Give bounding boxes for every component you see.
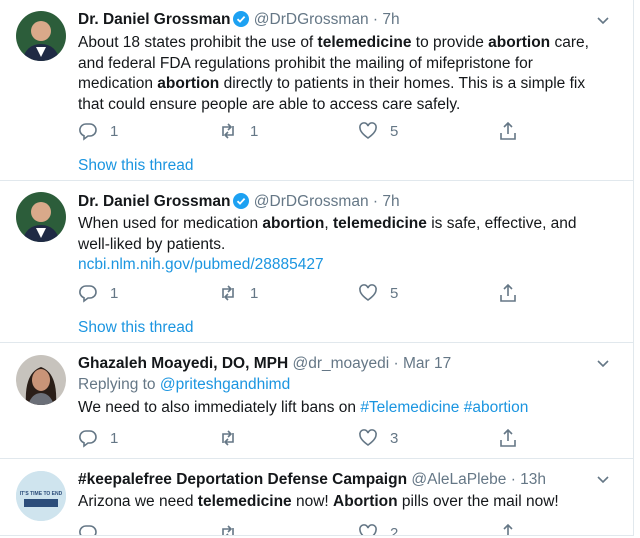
tweet-time[interactable]: · 7h (373, 193, 400, 210)
author-handle[interactable]: @dr_moayedi (292, 355, 389, 372)
replying-to: Replying to @priteshgandhimd (78, 375, 608, 396)
reply-button[interactable]: 1 (78, 282, 118, 304)
author-name[interactable]: Ghazaleh Moayedi, DO, MPH (78, 355, 288, 372)
tweet[interactable]: Dr. Daniel Grossman @DrDGrossman · 7h Wh… (0, 181, 633, 343)
reply-icon (79, 123, 97, 141)
share-icon (500, 283, 516, 302)
retweet-icon (222, 123, 234, 139)
retweet-icon (222, 430, 234, 446)
retweet-button[interactable]: 1 (218, 120, 258, 142)
author-name[interactable]: #keepalefree Deportation Defense Campaig… (78, 471, 407, 488)
like-count: 5 (390, 284, 399, 302)
tweet[interactable]: Dr. Daniel Grossman @DrDGrossman · 7h Ab… (0, 0, 633, 181)
like-icon (359, 122, 377, 139)
avatar[interactable]: IT'S TIME TO END (16, 471, 66, 521)
tweet-text: Arizona we need telemedicine now! Aborti… (78, 493, 559, 510)
reply-count: 1 (110, 429, 119, 447)
reply-button[interactable] (78, 522, 110, 535)
replying-handle-link[interactable]: @priteshgandhimd (160, 376, 290, 393)
like-icon (359, 524, 377, 535)
tweet-text: About 18 states prohibit the use of tele… (78, 34, 589, 113)
tweet[interactable]: IT'S TIME TO END #keepalefree Deportatio… (0, 459, 633, 536)
tweet-time[interactable]: · 13h (511, 471, 546, 488)
reply-icon (79, 285, 97, 303)
tweet-header: #keepalefree Deportation Defense Campaig… (78, 470, 546, 490)
reply-count: 1 (110, 284, 119, 302)
tweet-text: When used for medication abortion, telem… (78, 215, 577, 273)
reply-icon (79, 430, 97, 448)
reply-button[interactable]: 1 (78, 120, 118, 142)
replying-label: Replying to (78, 376, 156, 393)
like-count: 5 (390, 122, 399, 140)
retweet-count: 1 (250, 284, 259, 302)
like-button[interactable]: 2 (358, 522, 399, 536)
tweet-time[interactable]: · 7h (373, 11, 400, 28)
avatar-text: IT'S TIME TO END (20, 491, 63, 497)
like-button[interactable]: 3 (358, 427, 398, 449)
author-handle[interactable]: @DrDGrossman (254, 193, 369, 210)
reply-button[interactable]: 1 (78, 427, 118, 449)
tweet-actions: 1 1 5 (78, 120, 528, 142)
retweet-button[interactable] (218, 427, 250, 449)
avatar[interactable] (16, 192, 66, 242)
show-thread-link[interactable]: Show this thread (78, 157, 193, 175)
author-handle[interactable]: @AleLaPlebe (411, 471, 506, 488)
like-icon (359, 284, 377, 301)
like-button[interactable]: 5 (358, 120, 398, 142)
verified-icon (233, 193, 250, 209)
tweet[interactable]: Ghazaleh Moayedi, DO, MPH @dr_moayedi · … (0, 343, 633, 459)
retweet-button[interactable] (218, 522, 250, 535)
chevron-down-icon[interactable] (595, 471, 611, 487)
tweet-header: Dr. Daniel Grossman @DrDGrossman · 7h (78, 10, 400, 30)
author-handle[interactable]: @DrDGrossman (254, 11, 369, 28)
share-button[interactable] (498, 522, 530, 535)
share-button[interactable] (498, 282, 530, 304)
author-name[interactable]: Dr. Daniel Grossman (78, 11, 230, 28)
reply-count: 1 (110, 122, 119, 140)
avatar[interactable] (16, 11, 66, 61)
tweet-actions: 2 (78, 522, 530, 536)
like-icon (359, 429, 377, 446)
retweet-button[interactable]: 1 (218, 282, 258, 304)
share-button[interactable] (498, 427, 530, 449)
share-icon (500, 121, 516, 140)
share-button[interactable] (498, 120, 530, 142)
reply-icon (79, 525, 97, 535)
like-count: 3 (390, 429, 399, 447)
chevron-down-icon[interactable] (595, 355, 611, 371)
tweet-text: We need to also immediately lift bans on… (78, 399, 529, 416)
like-button[interactable]: 5 (358, 282, 398, 304)
tweet-time[interactable]: · Mar 17 (394, 355, 452, 372)
retweet-icon (222, 525, 234, 535)
tweet-actions: 1 1 5 (78, 282, 528, 304)
verified-icon (233, 11, 250, 27)
share-icon (500, 523, 516, 535)
author-name[interactable]: Dr. Daniel Grossman (78, 193, 230, 210)
share-icon (500, 428, 516, 447)
like-count: 2 (390, 524, 399, 536)
tweet-actions: 1 3 (78, 427, 528, 449)
avatar[interactable] (16, 355, 66, 405)
tweet-header: Ghazaleh Moayedi, DO, MPH @dr_moayedi · … (78, 354, 451, 374)
tweet-header: Dr. Daniel Grossman @DrDGrossman · 7h (78, 192, 400, 212)
timeline: Dr. Daniel Grossman @DrDGrossman · 7h Ab… (0, 0, 634, 536)
chevron-down-icon[interactable] (595, 12, 611, 28)
retweet-icon (222, 285, 234, 301)
show-thread-link[interactable]: Show this thread (78, 319, 193, 337)
retweet-count: 1 (250, 122, 259, 140)
